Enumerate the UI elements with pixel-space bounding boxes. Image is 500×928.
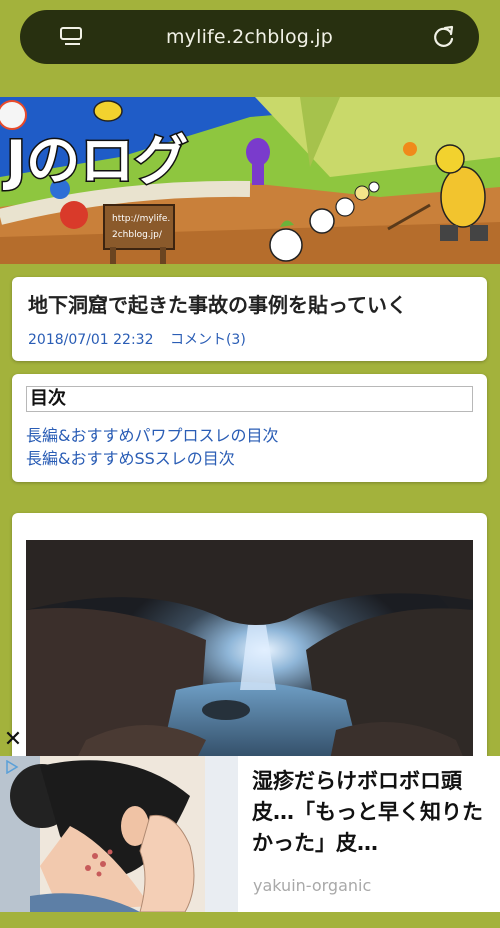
address-bar[interactable]: mylife.2chblog.jp <box>20 10 479 64</box>
ad-image[interactable] <box>0 756 238 912</box>
toc-heading: 目次 <box>26 386 473 412</box>
ad-banner[interactable]: 湿疹だらけボロボロ頭皮…「もっと早く知りたかった」皮… yakuin-organ… <box>0 756 500 912</box>
reload-icon[interactable] <box>431 24 457 50</box>
sign-url-line2: 2chblog.jp/ <box>112 230 163 240</box>
article-date: 2018/07/01 22:32 <box>28 332 154 348</box>
toc-link-powerpro[interactable]: 長編&おすすめパワプロスレの目次 <box>26 424 473 447</box>
cave-photo[interactable] <box>26 540 473 780</box>
banner-illustration: Jのログ http://mylife. 2chblog.jp/ <box>0 97 500 264</box>
article-title[interactable]: 地下洞窟で起きた事故の事例を貼っていく <box>28 291 471 319</box>
comments-link[interactable]: コメント(3) <box>170 332 246 348</box>
blog-header-banner[interactable]: Jのログ http://mylife. 2chblog.jp/ <box>0 97 500 264</box>
ad-choices-icon[interactable] <box>5 760 19 774</box>
url-text[interactable]: mylife.2chblog.jp <box>166 26 333 48</box>
sign-url-line1: http://mylife. <box>112 214 170 224</box>
blog-logo: Jのログ <box>2 129 188 192</box>
reader-menu-icon[interactable] <box>60 27 82 47</box>
toc-link-ss[interactable]: 長編&おすすめSSスレの目次 <box>26 447 473 470</box>
article-header-card: 地下洞窟で起きた事故の事例を貼っていく 2018/07/01 22:32 コメン… <box>12 277 487 361</box>
article-meta: 2018/07/01 22:32 コメント(3) <box>28 329 471 349</box>
toc-link-list: 長編&おすすめパワプロスレの目次 長編&おすすめSSスレの目次 <box>26 424 473 470</box>
ad-close-button[interactable]: ✕ <box>2 729 24 751</box>
ad-headline[interactable]: 湿疹だらけボロボロ頭皮…「もっと早く知りたかった」皮… <box>252 766 492 859</box>
toc-card: 目次 長編&おすすめパワプロスレの目次 長編&おすすめSSスレの目次 <box>12 374 487 482</box>
ad-source[interactable]: yakuin-organic <box>253 876 371 895</box>
